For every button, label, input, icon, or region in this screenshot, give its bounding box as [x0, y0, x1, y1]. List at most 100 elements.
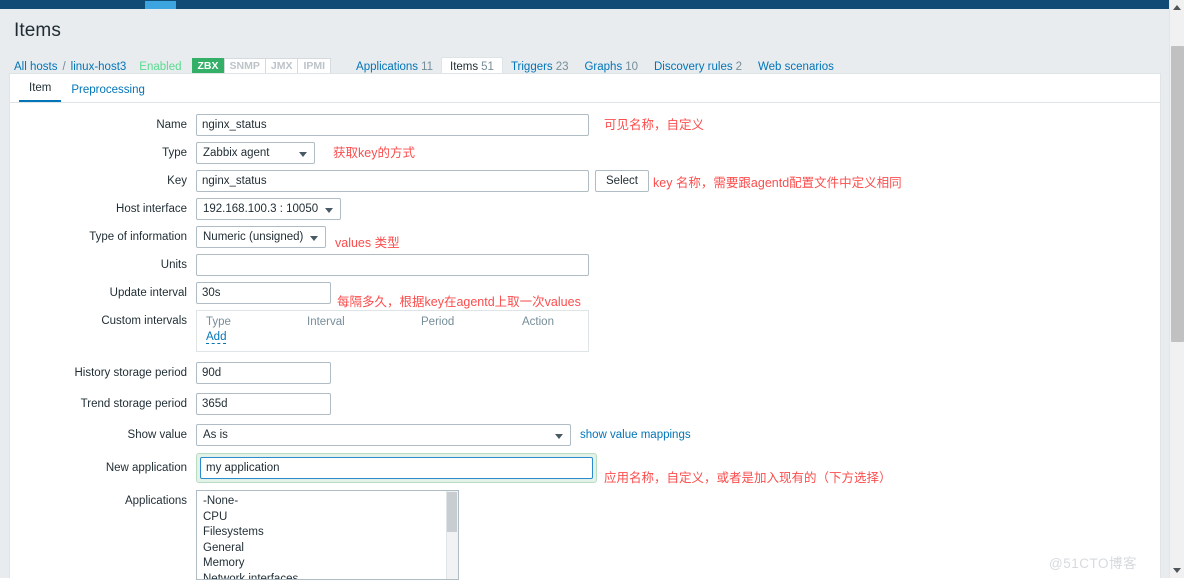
- control-name: [196, 114, 589, 136]
- col-period: Period: [421, 316, 455, 328]
- applications-option-list: -None- CPU Filesystems General Memory Ne…: [197, 491, 458, 580]
- control-type: Zabbix agent: [196, 142, 315, 164]
- watermark: @51CTO博客: [1049, 556, 1137, 571]
- type-select[interactable]: Zabbix agent: [196, 142, 315, 164]
- applications-listbox[interactable]: -None- CPU Filesystems General Memory Ne…: [196, 490, 459, 580]
- annotation-type: 获取key的方式: [333, 146, 415, 160]
- annotation-new-application: 应用名称，自定义，或者是加入现有的（下方选择）: [604, 471, 892, 485]
- field-row-update-interval: Update interval: [10, 282, 1160, 304]
- key-input[interactable]: [196, 170, 589, 192]
- scroll-up-arrow-icon[interactable]: [1170, 0, 1184, 15]
- control-applications: -None- CPU Filesystems General Memory Ne…: [196, 490, 459, 580]
- field-row-host-interface: Host interface 192.168.100.3 : 10050: [10, 198, 1160, 220]
- label-new-application: New application: [105, 462, 187, 474]
- col-type: Type: [206, 316, 231, 328]
- tab-preprocessing[interactable]: Preprocessing: [61, 79, 155, 102]
- nav-triggers-label: Triggers: [510, 61, 553, 73]
- annotation-update-interval: 每隔多久，根据key在agentd上取一次values: [337, 295, 581, 309]
- host-interface-select[interactable]: 192.168.100.3 : 10050: [196, 198, 342, 220]
- control-type-of-information: Numeric (unsigned): [196, 226, 327, 248]
- field-row-custom-intervals: Custom intervals Type Interval Period Ac…: [10, 310, 1160, 352]
- nav-graphs-count: 10: [625, 61, 638, 73]
- control-units: [196, 254, 589, 276]
- field-row-key: Key Select: [10, 170, 1160, 192]
- new-application-input[interactable]: [200, 457, 593, 479]
- control-custom-intervals: Type Interval Period Action Add: [196, 310, 589, 352]
- label-show-value: Show value: [127, 429, 187, 441]
- type-of-information-select[interactable]: Numeric (unsigned): [196, 226, 327, 248]
- applications-option[interactable]: -None-: [197, 494, 458, 510]
- applications-listbox-scrollbar[interactable]: [446, 491, 458, 579]
- field-row-name: Name: [10, 114, 1160, 136]
- trend-storage-period-input[interactable]: [196, 393, 331, 415]
- field-row-history-storage-period: History storage period: [10, 362, 1160, 384]
- update-interval-input[interactable]: [196, 282, 331, 304]
- show-value-mappings-link[interactable]: show value mappings: [580, 429, 691, 441]
- nav-discovery-rules-label: Discovery rules: [654, 61, 733, 73]
- control-history-storage-period: [196, 362, 331, 384]
- page-scrollbar-thumb[interactable]: [1171, 46, 1184, 342]
- breadcrumb-host[interactable]: linux-host3: [71, 61, 127, 73]
- page-scrollbar[interactable]: [1169, 0, 1184, 578]
- new-application-focus-ring: [196, 453, 597, 483]
- nav-graphs-label: Graphs: [584, 61, 623, 73]
- field-row-units: Units: [10, 254, 1160, 276]
- label-host-interface: Host interface: [116, 203, 187, 215]
- field-row-type: Type Zabbix agent: [10, 142, 1160, 164]
- page-title: Items: [14, 20, 61, 41]
- col-action: Action: [522, 316, 554, 328]
- nav-items-count: 51: [481, 61, 494, 73]
- form-tabs: Item Preprocessing: [10, 74, 1160, 103]
- annotation-type-of-information: values 类型: [335, 236, 400, 250]
- nav-triggers-count: 23: [555, 61, 569, 73]
- annotation-key: key 名称，需要跟agentd配置文件中定义相同: [653, 176, 902, 190]
- label-key: Key: [167, 175, 187, 187]
- breadcrumb-all-hosts[interactable]: All hosts: [14, 61, 57, 73]
- control-host-interface: 192.168.100.3 : 10050: [196, 198, 342, 220]
- tab-item[interactable]: Item: [19, 77, 62, 102]
- label-units: Units: [160, 259, 187, 271]
- applications-option[interactable]: Filesystems: [197, 525, 458, 541]
- applications-listbox-scroll-thumb[interactable]: [447, 492, 457, 532]
- control-key: Select: [196, 170, 649, 192]
- history-storage-period-input[interactable]: [196, 362, 331, 384]
- breadcrumb-separator: /: [62, 61, 66, 73]
- name-input[interactable]: [196, 114, 589, 136]
- custom-intervals-table: Type Interval Period Action Add: [196, 310, 589, 352]
- nav-items-label: Items: [450, 61, 479, 73]
- host-status-badge[interactable]: Enabled: [139, 61, 181, 73]
- field-row-type-of-information: Type of information Numeric (unsigned): [10, 226, 1160, 248]
- item-form: Name Type Zabbix agent Key Select: [10, 114, 1160, 586]
- scroll-down-arrow-icon[interactable]: [1170, 563, 1184, 578]
- annotation-name: 可见名称，自定义: [604, 118, 705, 132]
- nav-applications-count: 11: [421, 61, 434, 73]
- label-type: Type: [162, 147, 187, 159]
- top-nav-active-indicator: [145, 1, 176, 9]
- key-select-button[interactable]: Select: [595, 170, 649, 192]
- field-row-show-value: Show value As is show value mappings: [10, 424, 1160, 446]
- custom-intervals-header: Type Interval Period Action: [206, 316, 579, 331]
- label-update-interval: Update interval: [109, 287, 187, 299]
- col-interval: Interval: [307, 316, 345, 328]
- control-trend-storage-period: [196, 393, 331, 415]
- nav-discovery-rules-count: 2: [735, 61, 743, 73]
- field-row-new-application: New application: [10, 453, 1160, 483]
- applications-option[interactable]: Memory: [197, 556, 458, 572]
- applications-option[interactable]: Network interfaces: [197, 572, 458, 580]
- units-input[interactable]: [196, 254, 589, 276]
- custom-intervals-add-link[interactable]: Add: [206, 331, 227, 344]
- label-name: Name: [156, 119, 187, 131]
- page-container: Items All hosts / linux-host3 Enabled ZB…: [0, 9, 1169, 580]
- applications-option[interactable]: CPU: [197, 510, 458, 526]
- control-show-value: As is show value mappings: [196, 424, 691, 446]
- label-trend-storage-period: Trend storage period: [80, 398, 187, 410]
- show-value-select[interactable]: As is: [196, 424, 571, 446]
- nav-web-scenarios-label: Web scenarios: [758, 61, 834, 73]
- control-update-interval: [196, 282, 331, 304]
- applications-option[interactable]: General: [197, 541, 458, 557]
- label-applications: Applications: [124, 495, 187, 507]
- item-form-card: Item Preprocessing Name Type Zabbix agen…: [9, 73, 1161, 580]
- label-type-of-information: Type of information: [89, 231, 187, 243]
- top-navigation-bar: [0, 0, 1169, 9]
- field-row-trend-storage-period: Trend storage period: [10, 393, 1160, 415]
